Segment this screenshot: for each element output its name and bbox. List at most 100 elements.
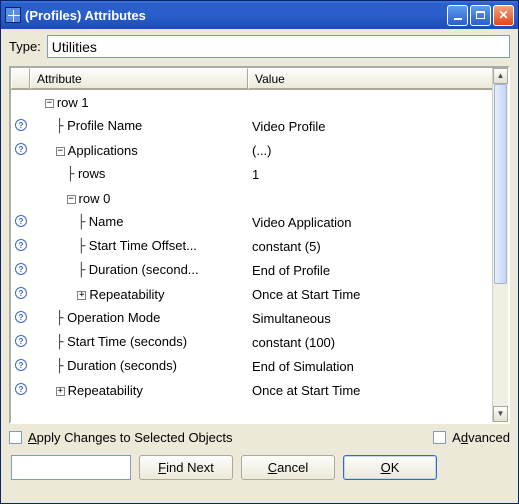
attribute-cell[interactable]: +Repeatability: [30, 287, 248, 302]
attr-label: Duration (second...: [89, 262, 199, 277]
value-cell[interactable]: Once at Start Time: [248, 287, 492, 302]
apply-changes-checkbox[interactable]: [9, 431, 22, 444]
attr-label: Start Time Offset...: [89, 238, 197, 253]
minimize-button[interactable]: [447, 5, 468, 26]
svg-text:?: ?: [18, 313, 23, 322]
help-icon[interactable]: ?: [11, 143, 30, 158]
attribute-cell[interactable]: +Repeatability: [30, 383, 248, 398]
svg-text:?: ?: [18, 361, 23, 370]
attr-label: Repeatability: [68, 383, 143, 398]
svg-text:?: ?: [18, 145, 23, 154]
attr-label: row 1: [57, 95, 89, 110]
attr-label: Applications: [68, 143, 138, 158]
help-icon[interactable]: ?: [11, 335, 30, 350]
value-cell[interactable]: constant (100): [248, 335, 492, 350]
search-input[interactable]: [11, 455, 131, 480]
type-label: Type:: [9, 39, 41, 54]
attr-label: rows: [78, 166, 105, 181]
table-row[interactable]: ? +RepeatabilityOnce at Start Time: [11, 282, 492, 306]
table-row[interactable]: ? ├ Operation ModeSimultaneous: [11, 306, 492, 330]
value-cell[interactable]: Simultaneous: [248, 311, 492, 326]
find-next-button[interactable]: Find Next: [139, 455, 233, 480]
table-row[interactable]: ? ├ Start Time Offset...constant (5): [11, 234, 492, 258]
svg-text:?: ?: [18, 241, 23, 250]
collapse-icon[interactable]: −: [45, 99, 54, 108]
attribute-cell[interactable]: ├ Start Time Offset...: [30, 238, 248, 254]
attribute-cell[interactable]: ├ Operation Mode: [30, 310, 248, 326]
help-icon[interactable]: ?: [11, 287, 30, 302]
scroll-down-button[interactable]: ▼: [493, 406, 508, 422]
advanced-checkbox[interactable]: [433, 431, 446, 444]
value-cell[interactable]: (...): [248, 143, 492, 158]
collapse-icon[interactable]: −: [67, 195, 76, 204]
cancel-button[interactable]: Cancel: [241, 455, 335, 480]
svg-text:?: ?: [18, 337, 23, 346]
value-cell[interactable]: Video Application: [248, 215, 492, 230]
app-icon: [5, 7, 21, 23]
advanced-label: Advanced: [452, 430, 510, 445]
apply-changes-label: Apply Changes to Selected Objects: [28, 430, 233, 445]
value-cell[interactable]: End of Profile: [248, 263, 492, 278]
help-icon[interactable]: ?: [11, 239, 30, 254]
value-cell[interactable]: Once at Start Time: [248, 383, 492, 398]
attr-label: row 0: [79, 191, 111, 206]
attr-label: Start Time (seconds): [67, 334, 187, 349]
value-cell[interactable]: End of Simulation: [248, 359, 492, 374]
table-row[interactable]: −row 1: [11, 90, 492, 114]
table-row[interactable]: ? +RepeatabilityOnce at Start Time: [11, 378, 492, 402]
value-cell[interactable]: constant (5): [248, 239, 492, 254]
window: (Profiles) Attributes ✕ Type: Attribute …: [0, 0, 519, 504]
expand-icon[interactable]: +: [77, 291, 86, 300]
maximize-button[interactable]: [470, 5, 491, 26]
table-row[interactable]: ? ├ NameVideo Application: [11, 210, 492, 234]
attribute-cell[interactable]: ├ Duration (seconds): [30, 358, 248, 374]
attribute-cell[interactable]: ├ Duration (second...: [30, 262, 248, 278]
svg-text:?: ?: [18, 265, 23, 274]
table-row[interactable]: ? −Applications(...): [11, 138, 492, 162]
attribute-cell[interactable]: −row 0: [30, 191, 248, 206]
titlebar[interactable]: (Profiles) Attributes ✕: [1, 1, 518, 29]
attribute-cell[interactable]: −Applications: [30, 143, 248, 158]
svg-text:?: ?: [18, 289, 23, 298]
value-cell[interactable]: 1: [248, 167, 492, 182]
table-row[interactable]: ? ├ Duration (seconds)End of Simulation: [11, 354, 492, 378]
collapse-icon[interactable]: −: [56, 147, 65, 156]
table-row[interactable]: ? ├ Duration (second...End of Profile: [11, 258, 492, 282]
value-cell[interactable]: Video Profile: [248, 119, 492, 134]
attribute-cell[interactable]: −row 1: [30, 95, 248, 110]
attr-label: Operation Mode: [67, 310, 160, 325]
close-button[interactable]: ✕: [493, 5, 514, 26]
svg-text:?: ?: [18, 385, 23, 394]
attribute-cell[interactable]: ├ Start Time (seconds): [30, 334, 248, 350]
header-attribute[interactable]: Attribute: [30, 68, 248, 89]
attr-label: Repeatability: [89, 287, 164, 302]
attribute-cell[interactable]: ├ Name: [30, 214, 248, 230]
svg-text:?: ?: [18, 121, 23, 130]
header-help-col: [11, 68, 30, 89]
attr-label: Duration (seconds): [67, 358, 177, 373]
attr-label: Profile Name: [67, 118, 142, 133]
help-icon[interactable]: ?: [11, 383, 30, 398]
scrollbar[interactable]: ▲ ▼: [492, 68, 508, 422]
attr-label: Name: [89, 214, 124, 229]
help-icon[interactable]: ?: [11, 119, 30, 134]
help-icon[interactable]: ?: [11, 215, 30, 230]
header-value[interactable]: Value: [248, 68, 508, 89]
window-title: (Profiles) Attributes: [25, 8, 447, 23]
ok-button[interactable]: OK: [343, 455, 437, 480]
scroll-thumb[interactable]: [494, 84, 507, 284]
svg-text:?: ?: [18, 217, 23, 226]
table-row[interactable]: ? ├ Start Time (seconds)constant (100): [11, 330, 492, 354]
table-row[interactable]: ? ├ Profile NameVideo Profile: [11, 114, 492, 138]
help-icon[interactable]: ?: [11, 263, 30, 278]
table-row[interactable]: −row 0: [11, 186, 492, 210]
expand-icon[interactable]: +: [56, 387, 65, 396]
table-row[interactable]: ├ rows1: [11, 162, 492, 186]
scroll-up-button[interactable]: ▲: [493, 68, 508, 84]
help-icon[interactable]: ?: [11, 311, 30, 326]
attribute-cell[interactable]: ├ rows: [30, 166, 248, 182]
type-input[interactable]: [47, 35, 510, 58]
attribute-cell[interactable]: ├ Profile Name: [30, 118, 248, 134]
help-icon[interactable]: ?: [11, 359, 30, 374]
attributes-grid: Attribute Value −row 1? ├ Profile NameVi…: [9, 66, 510, 424]
